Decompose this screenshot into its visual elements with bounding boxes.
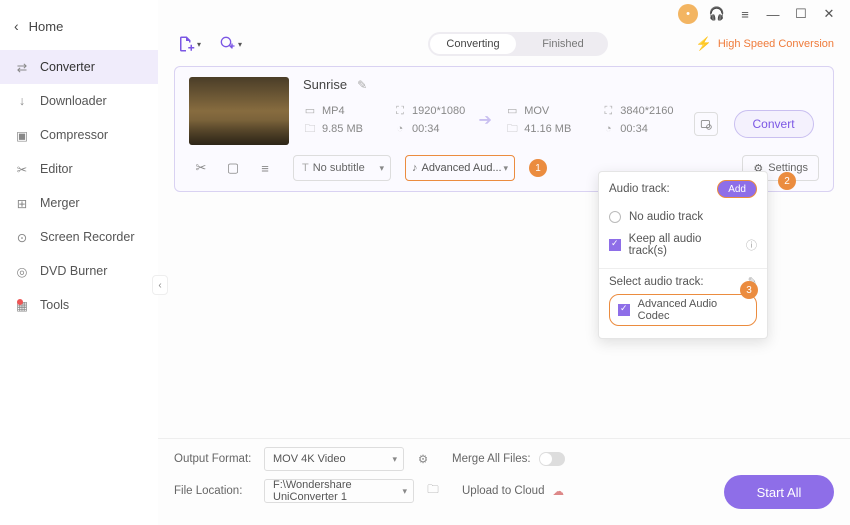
open-folder-button[interactable]: 🗀 xyxy=(422,480,444,502)
sidebar: ‹ Home ⇄ Converter ↓ Downloader ▣ Compre… xyxy=(0,0,158,525)
download-icon: ↓ xyxy=(14,93,30,109)
merge-label: Merge All Files: xyxy=(452,453,531,465)
file-location-dropdown[interactable]: F:\Wondershare UniConverter 1 xyxy=(264,479,414,503)
video-icon: ▭ xyxy=(303,104,317,118)
minimize-button[interactable]: — xyxy=(764,5,782,23)
content: Sunrise ✎ ▭MP4 🗀9.85 MB ⛶1920*1080 xyxy=(158,66,850,438)
converter-icon: ⇄ xyxy=(14,59,30,75)
sidebar-item-label: Editor xyxy=(40,162,73,176)
record-icon: ⊙ xyxy=(14,229,30,245)
sidebar-item-compressor[interactable]: ▣ Compressor xyxy=(0,118,158,152)
sidebar-item-downloader[interactable]: ↓ Downloader xyxy=(0,84,158,118)
sidebar-item-label: Screen Recorder xyxy=(40,230,135,244)
add-url-button[interactable] xyxy=(216,32,246,56)
disc-icon: ◎ xyxy=(14,263,30,279)
support-icon[interactable]: 🎧 xyxy=(708,5,726,23)
bolt-icon: ⚡ xyxy=(696,36,712,52)
sidebar-item-label: Tools xyxy=(40,298,69,312)
select-track-label: Select audio track: xyxy=(609,276,704,288)
no-audio-option[interactable]: No audio track xyxy=(609,206,757,228)
step-badge-2: 2 xyxy=(778,172,796,190)
audio-track-dropdown[interactable]: ♪ Advanced Aud... xyxy=(405,155,515,181)
trim-button[interactable]: ✂ xyxy=(189,156,213,180)
sidebar-item-label: Converter xyxy=(40,60,95,74)
output-settings-icon[interactable]: ⚙ xyxy=(412,448,434,470)
high-speed-conversion[interactable]: ⚡ High Speed Conversion xyxy=(696,36,834,52)
sidebar-item-label: DVD Burner xyxy=(40,264,107,278)
titlebar: • 🎧 ≡ — ☐ ✕ xyxy=(158,0,850,28)
home-button[interactable]: ‹ Home xyxy=(0,10,158,42)
conversion-tabs: Converting Finished xyxy=(428,32,608,56)
source-meta: ▭MP4 🗀9.85 MB xyxy=(303,102,363,138)
close-button[interactable]: ✕ xyxy=(820,5,838,23)
popup-title: Audio track: xyxy=(609,183,670,195)
clock-icon: ◔ xyxy=(601,122,615,136)
maximize-button[interactable]: ☐ xyxy=(792,5,810,23)
grid-icon: ▦ xyxy=(14,297,30,313)
list-button[interactable]: ≡ xyxy=(253,156,277,180)
sidebar-item-label: Downloader xyxy=(40,94,107,108)
audio-icon: ♪ xyxy=(412,162,418,174)
radio-icon xyxy=(609,211,621,223)
convert-button[interactable]: Convert xyxy=(734,110,814,138)
home-label: Home xyxy=(29,19,64,34)
video-icon: ▭ xyxy=(505,104,519,118)
resolution-icon: ⛶ xyxy=(393,104,407,118)
back-icon: ‹ xyxy=(14,18,19,34)
compress-icon: ▣ xyxy=(14,127,30,143)
step-badge-3: 3 xyxy=(740,281,758,299)
footer: Output Format: MOV 4K Video ⚙ Merge All … xyxy=(158,438,850,525)
merge-icon: ⊞ xyxy=(14,195,30,211)
subtitle-dropdown[interactable]: T No subtitle xyxy=(293,155,391,181)
target-meta-2: ⛶3840*2160 ◔00:34 xyxy=(601,102,673,138)
start-all-button[interactable]: Start All xyxy=(724,475,834,509)
sidebar-item-label: Compressor xyxy=(40,128,108,142)
file-title: Sunrise xyxy=(303,77,347,92)
clock-icon: ◔ xyxy=(393,122,407,136)
scissors-icon: ✂ xyxy=(14,161,30,177)
add-file-button[interactable] xyxy=(174,32,204,56)
arrow-icon: ➔ xyxy=(465,110,505,130)
keep-all-option[interactable]: Keep all audio track(s) ⓘ xyxy=(609,228,757,262)
video-thumbnail[interactable] xyxy=(189,77,289,145)
step-badge-1: 1 xyxy=(529,159,547,177)
sidebar-item-label: Merger xyxy=(40,196,80,210)
avatar[interactable]: • xyxy=(678,4,698,24)
output-settings-button[interactable] xyxy=(694,112,718,136)
toolbar: Converting Finished ⚡ High Speed Convers… xyxy=(158,28,850,66)
merge-files-toggle[interactable] xyxy=(539,452,565,466)
resolution-icon: ⛶ xyxy=(601,104,615,118)
upload-cloud-label: Upload to Cloud xyxy=(462,485,544,497)
audio-codec-option[interactable]: Advanced Audio Codec xyxy=(609,294,757,326)
info-icon[interactable]: ⓘ xyxy=(746,237,757,253)
add-audio-button[interactable]: Add xyxy=(717,180,757,198)
file-location-label: File Location: xyxy=(174,485,264,497)
target-meta: ▭MOV 🗀41.16 MB xyxy=(505,102,571,138)
sidebar-item-converter[interactable]: ⇄ Converter xyxy=(0,50,158,84)
menu-icon[interactable]: ≡ xyxy=(736,5,754,23)
sidebar-item-screen-recorder[interactable]: ⊙ Screen Recorder xyxy=(0,220,158,254)
sidebar-item-dvd-burner[interactable]: ◎ DVD Burner xyxy=(0,254,158,288)
hsc-label: High Speed Conversion xyxy=(718,38,834,50)
source-meta-2: ⛶1920*1080 ◔00:34 xyxy=(393,102,465,138)
sidebar-item-merger[interactable]: ⊞ Merger xyxy=(0,186,158,220)
subtitle-icon: T xyxy=(302,162,309,174)
checkbox-checked-icon xyxy=(618,304,630,316)
sidebar-item-editor[interactable]: ✂ Editor xyxy=(0,152,158,186)
folder-icon: 🗀 xyxy=(505,122,519,136)
tab-converting[interactable]: Converting xyxy=(428,38,518,50)
sidebar-item-tools[interactable]: ▦ Tools xyxy=(0,288,158,322)
audio-track-popup: Audio track: Add No audio track Keep all… xyxy=(598,171,768,339)
checkbox-checked-icon xyxy=(609,239,621,251)
cloud-icon[interactable]: ☁ xyxy=(552,484,564,498)
edit-title-button[interactable]: ✎ xyxy=(357,78,367,92)
crop-button[interactable]: ▢ xyxy=(221,156,245,180)
output-format-dropdown[interactable]: MOV 4K Video xyxy=(264,447,404,471)
main-panel: • 🎧 ≡ — ☐ ✕ Converting Finished ⚡ High S… xyxy=(158,0,850,525)
tab-finished[interactable]: Finished xyxy=(518,38,608,50)
output-format-label: Output Format: xyxy=(174,453,264,465)
folder-icon: 🗀 xyxy=(303,122,317,136)
